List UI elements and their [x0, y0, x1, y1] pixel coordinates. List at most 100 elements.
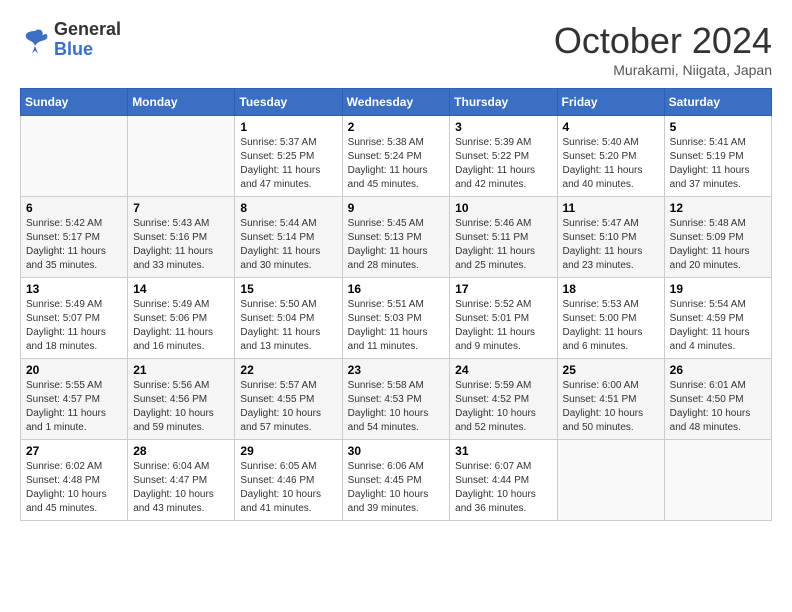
calendar-cell: 14 Sunrise: 5:49 AM Sunset: 5:06 PM Dayli… [128, 278, 235, 359]
day-number: 2 [348, 120, 445, 134]
day-number: 29 [240, 444, 336, 458]
calendar-cell: 8 Sunrise: 5:44 AM Sunset: 5:14 PM Daylig… [235, 197, 342, 278]
calendar-cell: 26 Sunrise: 6:01 AM Sunset: 4:50 PM Dayli… [664, 359, 771, 440]
calendar-cell [664, 440, 771, 521]
day-info: Sunrise: 5:39 AM Sunset: 5:22 PM Dayligh… [455, 136, 551, 192]
day-info: Sunrise: 5:52 AM Sunset: 5:01 PM Dayligh… [455, 298, 551, 354]
calendar-cell: 4 Sunrise: 5:40 AM Sunset: 5:20 PM Daylig… [557, 116, 664, 197]
day-info: Sunrise: 5:41 AM Sunset: 5:19 PM Dayligh… [670, 136, 766, 192]
calendar-cell: 27 Sunrise: 6:02 AM Sunset: 4:48 PM Dayli… [21, 440, 128, 521]
day-number: 31 [455, 444, 551, 458]
day-info: Sunrise: 5:44 AM Sunset: 5:14 PM Dayligh… [240, 217, 336, 273]
calendar-cell: 15 Sunrise: 5:50 AM Sunset: 5:04 PM Dayli… [235, 278, 342, 359]
day-number: 27 [26, 444, 122, 458]
calendar-cell: 29 Sunrise: 6:05 AM Sunset: 4:46 PM Dayli… [235, 440, 342, 521]
day-info: Sunrise: 5:49 AM Sunset: 5:06 PM Dayligh… [133, 298, 229, 354]
calendar-cell: 28Sunrise: 6:04 AM Sunset: 4:47 PM Dayli… [128, 440, 235, 521]
day-info: Sunrise: 5:40 AM Sunset: 5:20 PM Dayligh… [563, 136, 659, 192]
location: Murakami, Niigata, Japan [554, 62, 772, 78]
calendar-cell: 30 Sunrise: 6:06 AM Sunset: 4:45 PM Dayli… [342, 440, 450, 521]
calendar-cell: 5 Sunrise: 5:41 AM Sunset: 5:19 PM Daylig… [664, 116, 771, 197]
day-number: 23 [348, 363, 445, 377]
calendar-cell: 20Sunrise: 5:55 AM Sunset: 4:57 PM Dayli… [21, 359, 128, 440]
calendar-week-5: 27 Sunrise: 6:02 AM Sunset: 4:48 PM Dayli… [21, 440, 772, 521]
day-number: 17 [455, 282, 551, 296]
calendar-week-3: 13 Sunrise: 5:49 AM Sunset: 5:07 PM Dayli… [21, 278, 772, 359]
day-number: 10 [455, 201, 551, 215]
logo-text: General Blue [54, 20, 121, 60]
day-info: Sunrise: 5:58 AM Sunset: 4:53 PM Dayligh… [348, 379, 445, 435]
day-number: 5 [670, 120, 766, 134]
day-number: 3 [455, 120, 551, 134]
weekday-header-monday: Monday [128, 89, 235, 116]
weekday-header-friday: Friday [557, 89, 664, 116]
weekday-header-saturday: Saturday [664, 89, 771, 116]
day-info: Sunrise: 5:57 AM Sunset: 4:55 PM Dayligh… [240, 379, 336, 435]
day-number: 12 [670, 201, 766, 215]
calendar-cell: 11Sunrise: 5:47 AM Sunset: 5:10 PM Dayli… [557, 197, 664, 278]
calendar-cell: 12 Sunrise: 5:48 AM Sunset: 5:09 PM Dayli… [664, 197, 771, 278]
day-info: Sunrise: 5:45 AM Sunset: 5:13 PM Dayligh… [348, 217, 445, 273]
day-number: 15 [240, 282, 336, 296]
calendar-cell [21, 116, 128, 197]
calendar-week-4: 20Sunrise: 5:55 AM Sunset: 4:57 PM Dayli… [21, 359, 772, 440]
day-info: Sunrise: 5:38 AM Sunset: 5:24 PM Dayligh… [348, 136, 445, 192]
calendar-cell: 24Sunrise: 5:59 AM Sunset: 4:52 PM Dayli… [450, 359, 557, 440]
day-number: 9 [348, 201, 445, 215]
day-number: 30 [348, 444, 445, 458]
day-number: 25 [563, 363, 659, 377]
day-number: 22 [240, 363, 336, 377]
day-number: 13 [26, 282, 122, 296]
calendar-week-1: 1Sunrise: 5:37 AM Sunset: 5:25 PM Daylig… [21, 116, 772, 197]
day-info: Sunrise: 5:49 AM Sunset: 5:07 PM Dayligh… [26, 298, 122, 354]
calendar-cell [128, 116, 235, 197]
weekday-header-tuesday: Tuesday [235, 89, 342, 116]
calendar-table: SundayMondayTuesdayWednesdayThursdayFrid… [20, 88, 772, 521]
calendar-cell: 17 Sunrise: 5:52 AM Sunset: 5:01 PM Dayli… [450, 278, 557, 359]
day-info: Sunrise: 6:01 AM Sunset: 4:50 PM Dayligh… [670, 379, 766, 435]
day-number: 19 [670, 282, 766, 296]
calendar-cell: 13 Sunrise: 5:49 AM Sunset: 5:07 PM Dayli… [21, 278, 128, 359]
day-info: Sunrise: 6:05 AM Sunset: 4:46 PM Dayligh… [240, 460, 336, 516]
calendar-cell: 2 Sunrise: 5:38 AM Sunset: 5:24 PM Daylig… [342, 116, 450, 197]
day-number: 11 [563, 201, 659, 215]
calendar-cell: 31Sunrise: 6:07 AM Sunset: 4:44 PM Dayli… [450, 440, 557, 521]
day-number: 14 [133, 282, 229, 296]
weekday-header-wednesday: Wednesday [342, 89, 450, 116]
calendar-cell: 21 Sunrise: 5:56 AM Sunset: 4:56 PM Dayli… [128, 359, 235, 440]
day-info: Sunrise: 5:50 AM Sunset: 5:04 PM Dayligh… [240, 298, 336, 354]
day-info: Sunrise: 6:02 AM Sunset: 4:48 PM Dayligh… [26, 460, 122, 516]
logo-icon [20, 25, 50, 55]
day-number: 4 [563, 120, 659, 134]
day-number: 28 [133, 444, 229, 458]
day-number: 21 [133, 363, 229, 377]
calendar-cell [557, 440, 664, 521]
day-number: 16 [348, 282, 445, 296]
page-header: General Blue October 2024 Murakami, Niig… [20, 20, 772, 78]
calendar-cell: 1Sunrise: 5:37 AM Sunset: 5:25 PM Daylig… [235, 116, 342, 197]
calendar-cell: 16 Sunrise: 5:51 AM Sunset: 5:03 PM Dayli… [342, 278, 450, 359]
weekday-header-thursday: Thursday [450, 89, 557, 116]
day-info: Sunrise: 5:43 AM Sunset: 5:16 PM Dayligh… [133, 217, 229, 273]
month-title: October 2024 [554, 20, 772, 62]
weekday-header-row: SundayMondayTuesdayWednesdayThursdayFrid… [21, 89, 772, 116]
day-info: Sunrise: 5:51 AM Sunset: 5:03 PM Dayligh… [348, 298, 445, 354]
title-block: October 2024 Murakami, Niigata, Japan [554, 20, 772, 78]
day-number: 1 [240, 120, 336, 134]
calendar-cell: 6Sunrise: 5:42 AM Sunset: 5:17 PM Daylig… [21, 197, 128, 278]
calendar-cell: 22 Sunrise: 5:57 AM Sunset: 4:55 PM Dayli… [235, 359, 342, 440]
day-number: 18 [563, 282, 659, 296]
day-number: 6 [26, 201, 122, 215]
day-number: 20 [26, 363, 122, 377]
day-info: Sunrise: 5:53 AM Sunset: 5:00 PM Dayligh… [563, 298, 659, 354]
day-info: Sunrise: 5:56 AM Sunset: 4:56 PM Dayligh… [133, 379, 229, 435]
day-number: 26 [670, 363, 766, 377]
calendar-cell: 3 Sunrise: 5:39 AM Sunset: 5:22 PM Daylig… [450, 116, 557, 197]
day-info: Sunrise: 5:48 AM Sunset: 5:09 PM Dayligh… [670, 217, 766, 273]
day-info: Sunrise: 5:59 AM Sunset: 4:52 PM Dayligh… [455, 379, 551, 435]
calendar-cell: 25Sunrise: 6:00 AM Sunset: 4:51 PM Dayli… [557, 359, 664, 440]
calendar-cell: 9 Sunrise: 5:45 AM Sunset: 5:13 PM Daylig… [342, 197, 450, 278]
day-info: Sunrise: 5:46 AM Sunset: 5:11 PM Dayligh… [455, 217, 551, 273]
day-info: Sunrise: 6:06 AM Sunset: 4:45 PM Dayligh… [348, 460, 445, 516]
day-number: 8 [240, 201, 336, 215]
